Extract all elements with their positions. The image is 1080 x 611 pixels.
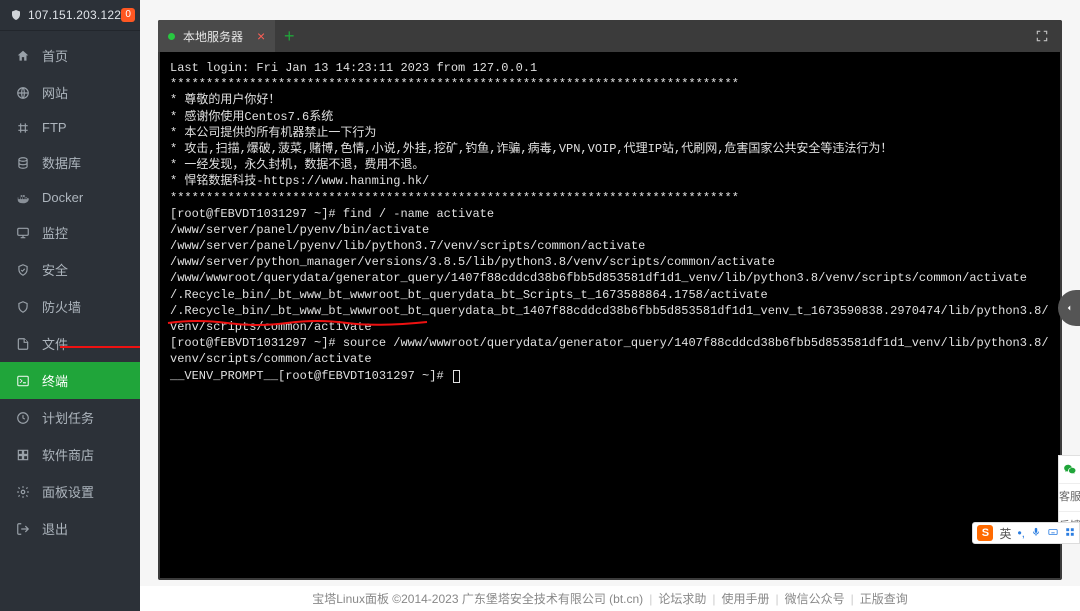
ftp-icon xyxy=(16,121,30,135)
nav-item-label: 终端 xyxy=(42,371,68,390)
nav-item-files[interactable]: 文件 xyxy=(0,325,140,362)
terminal-tab-actions xyxy=(1030,20,1062,52)
nav-item-label: 计划任务 xyxy=(42,408,94,427)
terminal-tab-label: 本地服务器 xyxy=(183,28,243,45)
files-icon xyxy=(16,337,30,351)
sidebar: 107.151.203.122 0 首页网站 FTP 数据库 Docker 监控安全防火… xyxy=(0,0,140,611)
ime-lang[interactable]: 英 xyxy=(999,525,1011,542)
footer-copyright: 宝塔Linux面板 ©2014-2023 广东堡塔安全技术有限公司 (bt.cn… xyxy=(312,590,643,607)
kefu-button[interactable]: 客服 xyxy=(1059,484,1080,512)
sidebar-header: 107.151.203.122 0 xyxy=(0,0,140,31)
footer-link-genuine[interactable]: 正版查询 xyxy=(860,590,908,607)
nav-item-label: 首页 xyxy=(42,46,68,65)
ime-toolbar[interactable]: S 英 •, xyxy=(972,522,1080,544)
ime-menu-icon[interactable] xyxy=(1065,526,1075,540)
home-icon xyxy=(16,49,30,63)
security-icon xyxy=(16,263,30,277)
nav-item-label: Docker xyxy=(42,190,83,205)
ime-keyboard-icon[interactable] xyxy=(1047,526,1059,540)
nav-item-label: 数据库 xyxy=(42,153,81,172)
monitor-icon xyxy=(16,226,30,240)
site-icon xyxy=(16,86,30,100)
shield-icon xyxy=(10,8,22,22)
firewall-icon xyxy=(16,300,30,314)
nav-item-cron[interactable]: 计划任务 xyxy=(0,399,140,436)
docker-icon xyxy=(16,191,30,205)
nav-item-label: 安全 xyxy=(42,260,68,279)
nav-item-label: 面板设置 xyxy=(42,482,94,501)
terminal-cursor xyxy=(453,370,460,383)
nav-item-label: 退出 xyxy=(42,519,68,538)
ime-mic-icon[interactable] xyxy=(1031,526,1041,541)
nav-item-db[interactable]: 数据库 xyxy=(0,144,140,181)
nav-item-label: FTP xyxy=(42,120,67,135)
cron-icon xyxy=(16,411,30,425)
add-tab-button[interactable]: + xyxy=(275,20,303,52)
close-icon[interactable]: × xyxy=(257,29,265,43)
footer-link-manual[interactable]: 使用手册 xyxy=(721,590,769,607)
nav-item-security[interactable]: 安全 xyxy=(0,251,140,288)
nav-item-docker[interactable]: Docker xyxy=(0,181,140,214)
nav-item-label: 软件商店 xyxy=(42,445,94,464)
main-content: 本地服务器 × + Last login: Fri Jan 13 14:23:1… xyxy=(140,0,1080,586)
fullscreen-icon[interactable] xyxy=(1030,24,1054,48)
nav-item-settings[interactable]: 面板设置 xyxy=(0,473,140,510)
sogou-logo-icon: S xyxy=(977,525,993,541)
notification-badge[interactable]: 0 xyxy=(121,8,135,22)
store-icon xyxy=(16,448,30,462)
terminal-window: 本地服务器 × + Last login: Fri Jan 13 14:23:1… xyxy=(158,20,1062,580)
logout-icon xyxy=(16,522,30,536)
nav-item-label: 网站 xyxy=(42,83,68,102)
nav-item-ftp[interactable]: FTP xyxy=(0,111,140,144)
nav-list: 首页网站 FTP 数据库 Docker 监控安全防火墙文件终端计划任务软件商店面板设置退… xyxy=(0,31,140,553)
terminal-tab-bar: 本地服务器 × + xyxy=(158,20,1062,52)
db-icon xyxy=(16,156,30,170)
wechat-icon[interactable] xyxy=(1059,456,1080,484)
settings-icon xyxy=(16,485,30,499)
nav-item-site[interactable]: 网站 xyxy=(0,74,140,111)
terminal-icon xyxy=(16,374,30,388)
footer-link-forum[interactable]: 论坛求助 xyxy=(658,590,706,607)
server-ip: 107.151.203.122 xyxy=(28,8,121,22)
terminal-body[interactable]: Last login: Fri Jan 13 14:23:11 2023 fro… xyxy=(160,52,1060,578)
nav-item-label: 监控 xyxy=(42,223,68,242)
nav-item-logout[interactable]: 退出 xyxy=(0,510,140,547)
nav-item-label: 文件 xyxy=(42,334,68,353)
nav-item-label: 防火墙 xyxy=(42,297,81,316)
status-dot-icon xyxy=(168,33,175,40)
nav-item-store[interactable]: 软件商店 xyxy=(0,436,140,473)
footer: 宝塔Linux面板 ©2014-2023 广东堡塔安全技术有限公司 (bt.cn… xyxy=(140,586,1080,611)
nav-item-monitor[interactable]: 监控 xyxy=(0,214,140,251)
nav-item-terminal[interactable]: 终端 xyxy=(0,362,140,399)
nav-item-firewall[interactable]: 防火墙 xyxy=(0,288,140,325)
ime-punct-icon[interactable]: •, xyxy=(1017,526,1025,540)
terminal-tab[interactable]: 本地服务器 × xyxy=(158,20,275,52)
nav-item-home[interactable]: 首页 xyxy=(0,37,140,74)
footer-link-wechat[interactable]: 微信公众号 xyxy=(785,590,845,607)
